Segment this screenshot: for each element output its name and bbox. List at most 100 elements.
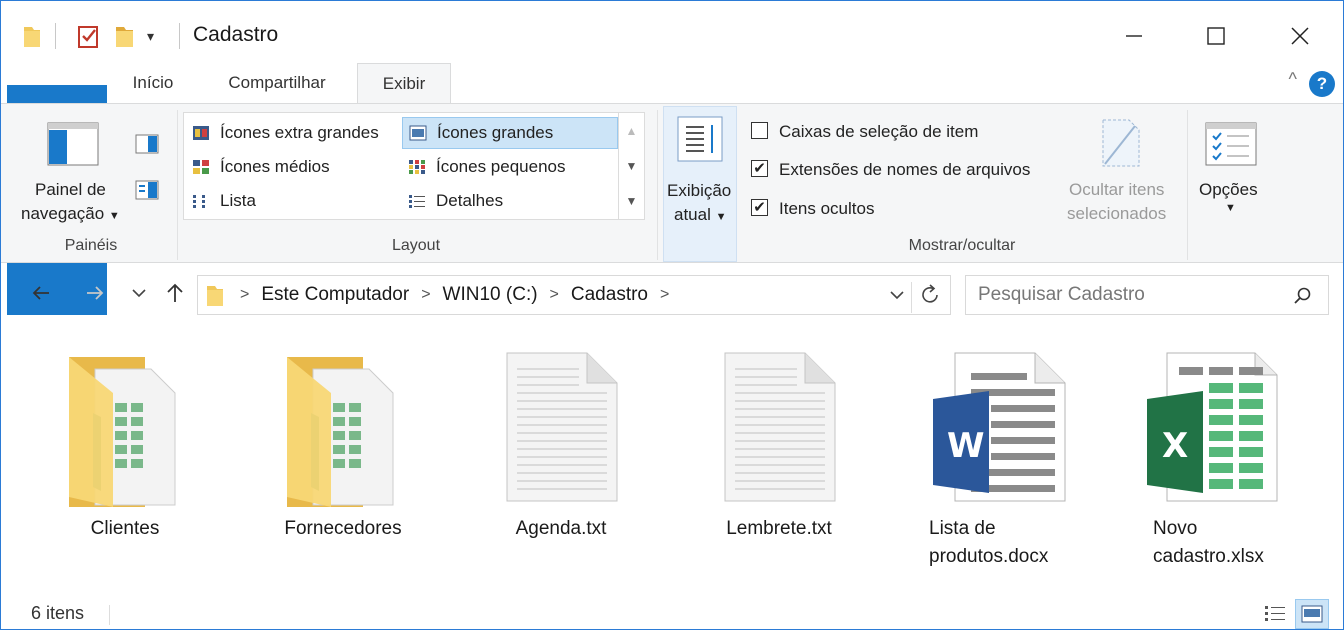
navigation-pane-icon — [47, 122, 99, 166]
file-item-fornecedores[interactable]: Fornecedores — [253, 347, 433, 577]
tab-inicio[interactable]: Início — [119, 63, 187, 103]
large-icons-icon — [409, 125, 427, 141]
current-view-button[interactable]: Exibição atual ▼ — [663, 106, 737, 262]
file-extensions-checkbox[interactable]: ✔ — [751, 160, 768, 177]
new-folder-icon[interactable] — [115, 21, 135, 51]
breadcrumb-separator-icon[interactable]: > — [550, 286, 559, 304]
preview-pane-icon[interactable] — [135, 134, 159, 154]
maximize-icon — [1207, 27, 1225, 45]
maximize-button[interactable] — [1189, 15, 1243, 57]
group-label-paineis: Painéis — [64, 237, 118, 254]
details-pane-icon[interactable] — [135, 180, 159, 200]
scroll-down-icon[interactable]: ▼ — [626, 159, 638, 173]
layout-details[interactable]: Detalhes — [402, 185, 618, 217]
current-view-label-1: Exibição — [667, 181, 732, 200]
layout-extra-large-icons[interactable]: Ícones extra grandes — [186, 117, 400, 149]
file-explorer-window: ▾ Cadastro Arquivo Início Compartilhar E… — [0, 0, 1344, 630]
address-dropdown-icon[interactable] — [888, 284, 906, 311]
small-icons-icon — [409, 160, 425, 174]
breadcrumb-win10[interactable]: WIN10 (C:) — [443, 284, 538, 306]
help-icon[interactable]: ? — [1309, 71, 1335, 97]
svg-text:X: X — [1162, 426, 1188, 466]
file-item-agenda[interactable]: Agenda.txt — [471, 347, 651, 577]
navigation-pane-label-1: Painel de — [35, 180, 106, 199]
breadcrumb-separator-icon[interactable]: > — [240, 286, 249, 304]
text-file-icon — [724, 352, 836, 502]
file-name: Agenda.txt — [515, 518, 607, 539]
options-dropdown-icon: ▼ — [1225, 202, 1236, 214]
list-icon — [193, 195, 205, 208]
collapse-ribbon-icon[interactable]: ^ — [1289, 69, 1297, 90]
word-document-icon: W — [933, 352, 1066, 502]
layout-gallery: Ícones extra grandes Ícones grandes Ícon… — [183, 112, 619, 220]
close-icon — [1291, 27, 1309, 45]
properties-icon[interactable] — [77, 21, 101, 51]
layout-gallery-scroll[interactable]: ▲ ▼ ▼ — [619, 112, 645, 220]
navigation-pane-label-2: navegação ▼ — [21, 204, 120, 223]
hidden-items-checkbox[interactable]: ✔ — [751, 199, 768, 216]
file-item-clientes[interactable]: Clientes — [35, 347, 215, 577]
scroll-up-icon[interactable]: ▲ — [626, 124, 638, 138]
breadcrumb-cadastro[interactable]: Cadastro — [571, 284, 648, 306]
file-name: Lista de produtos.docx — [929, 518, 1049, 567]
tab-compartilhar[interactable]: Compartilhar — [205, 63, 349, 103]
breadcrumb-separator-icon[interactable]: > — [421, 286, 430, 304]
window-title: Cadastro — [193, 23, 279, 46]
status-bar: 6 itens — [1, 597, 1343, 630]
title-separator — [179, 23, 180, 49]
refresh-icon[interactable] — [911, 282, 942, 313]
folder-icon — [207, 286, 223, 306]
file-list: Clientes Fornecedores Agenda.txt Lembret… — [1, 325, 1343, 585]
extra-large-icons-icon — [193, 126, 209, 140]
text-file-icon — [506, 352, 618, 502]
search-input[interactable]: Pesquisar Cadastro — [965, 275, 1329, 315]
minimize-button[interactable] — [1107, 15, 1161, 57]
current-view-label-2: atual ▼ — [674, 205, 727, 224]
back-arrow-icon[interactable] — [29, 281, 53, 311]
status-separator — [109, 605, 110, 625]
large-icons-view-button[interactable] — [1295, 599, 1329, 629]
folder-icon — [69, 357, 176, 507]
recent-locations-icon[interactable] — [129, 281, 149, 311]
large-icons-view-icon — [1301, 605, 1323, 623]
file-item-lista-de-produtos[interactable]: W Lista de produtos.docx — [921, 347, 1101, 577]
item-count: 6 itens — [31, 603, 85, 623]
item-checkboxes-checkbox[interactable] — [751, 122, 768, 139]
group-separator — [177, 110, 178, 260]
file-item-novo-cadastro[interactable]: X Novo cadastro.xlsx — [1145, 347, 1325, 577]
title-bar: ▾ Cadastro — [1, 1, 1343, 63]
layout-medium-icons[interactable]: Ícones médios — [186, 151, 400, 183]
expand-gallery-icon[interactable]: ▼ — [626, 194, 638, 208]
file-extensions-label: Extensões de nomes de arquivos — [779, 160, 1031, 179]
breadcrumb-separator-icon[interactable]: > — [660, 286, 669, 304]
layout-small-icons[interactable]: Ícones pequenos — [402, 151, 618, 183]
current-view-icon — [677, 116, 723, 162]
file-name: Clientes — [90, 518, 160, 539]
forward-arrow-icon[interactable] — [83, 281, 107, 311]
hide-selected-label-1: Ocultar itens — [1069, 180, 1165, 199]
svg-text:W: W — [947, 426, 985, 466]
breadcrumb-este-computador[interactable]: Este Computador — [261, 284, 409, 306]
quick-access-separator — [55, 23, 56, 49]
address-bar[interactable]: > Este Computador > WIN10 (C:) > Cadastr… — [197, 275, 951, 315]
group-label-layout: Layout — [391, 237, 441, 254]
close-button[interactable] — [1273, 15, 1327, 57]
ribbon-panel: Painel de navegação ▼ Painéis Ícones ext… — [1, 103, 1343, 263]
details-view-icon[interactable] — [1263, 603, 1287, 625]
group-label-show-hide: Mostrar/ocultar — [908, 237, 1016, 254]
item-checkboxes-label: Caixas de seleção de item — [779, 122, 979, 141]
layout-large-icons[interactable]: Ícones grandes — [402, 117, 618, 149]
file-name: Novo cadastro.xlsx — [1153, 518, 1264, 567]
up-arrow-icon[interactable] — [163, 281, 187, 311]
tab-exibir[interactable]: Exibir — [357, 63, 451, 104]
search-icon[interactable] — [1292, 286, 1312, 306]
details-icon — [409, 195, 425, 208]
file-item-lembrete[interactable]: Lembrete.txt — [689, 347, 869, 577]
hidden-items-label: Itens ocultos — [779, 199, 875, 218]
folder-icon — [287, 357, 394, 507]
minimize-icon — [1126, 35, 1142, 37]
customize-quick-access-icon[interactable]: ▾ — [147, 21, 154, 51]
file-name: Fornecedores — [284, 518, 402, 539]
group-separator — [1187, 110, 1188, 260]
layout-list[interactable]: Lista — [186, 185, 400, 217]
